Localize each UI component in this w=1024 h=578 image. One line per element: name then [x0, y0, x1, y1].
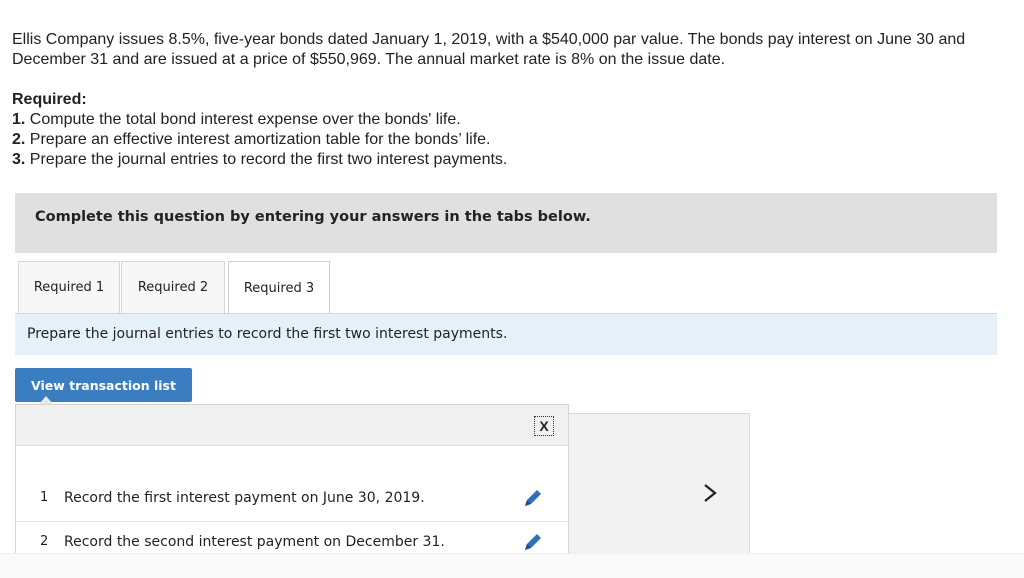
pencil-icon[interactable]: [522, 531, 544, 553]
footer-bar: [0, 553, 1024, 578]
transaction-description: Record the second interest payment on De…: [64, 534, 445, 550]
required-item-1: 1. Compute the total bond interest expen…: [12, 110, 507, 130]
required-item-text: Prepare an effective interest amortizati…: [25, 131, 491, 148]
instructions-text: Prepare the journal entries to record th…: [27, 326, 508, 342]
banner-text: Complete this question by entering your …: [35, 209, 591, 225]
tab-required-2[interactable]: Required 2: [121, 261, 225, 313]
problem-text: Ellis Company issues 8.5%, five-year bon…: [12, 31, 966, 68]
popover-header: X: [16, 405, 568, 446]
popover-caret: [39, 396, 53, 404]
required-heading: Required:: [12, 91, 87, 108]
required-item-text: Compute the total bond interest expense …: [25, 111, 461, 128]
chevron-right-icon[interactable]: [700, 482, 720, 504]
transaction-number: 2: [40, 534, 49, 549]
transaction-list-popover: X 1 Record the first interest payment on…: [15, 404, 569, 556]
required-item-number: 2.: [12, 131, 26, 148]
journal-entry-panel: [560, 413, 750, 555]
list-item[interactable]: 1 Record the first interest payment on J…: [16, 477, 568, 522]
tab-instructions: Prepare the journal entries to record th…: [15, 313, 997, 355]
problem-statement: Ellis Company issues 8.5%, five-year bon…: [12, 30, 1012, 70]
required-item-2: 2. Prepare an effective interest amortiz…: [12, 130, 507, 150]
close-icon[interactable]: X: [534, 416, 554, 436]
required-list: 1. Compute the total bond interest expen…: [12, 110, 507, 170]
pencil-icon[interactable]: [522, 487, 544, 509]
required-item-3: 3. Prepare the journal entries to record…: [12, 150, 507, 170]
transaction-number: 1: [40, 490, 49, 505]
required-item-number: 3.: [12, 151, 26, 168]
tab-required-1[interactable]: Required 1: [18, 261, 120, 313]
instruction-banner: Complete this question by entering your …: [15, 193, 997, 253]
transaction-description: Record the first interest payment on Jun…: [64, 490, 425, 506]
required-item-number: 1.: [12, 111, 26, 128]
tab-required-3[interactable]: Required 3: [228, 261, 330, 315]
required-item-text: Prepare the journal entries to record th…: [25, 151, 508, 168]
